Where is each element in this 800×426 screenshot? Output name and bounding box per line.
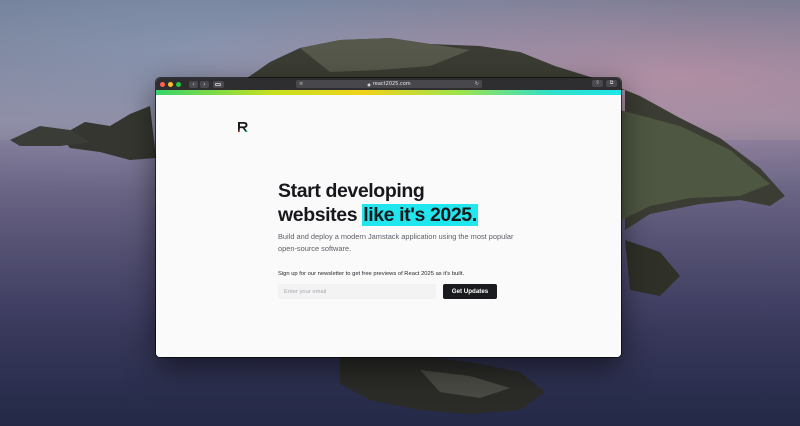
sidebar-toggle-button[interactable] (213, 80, 224, 88)
url-text: react2025.com (372, 81, 411, 87)
hero-title-line1: Start developing (278, 180, 425, 202)
newsletter-label: Sign up for our newsletter to get free p… (278, 271, 465, 277)
reader-mode-icon[interactable]: ≡ (299, 81, 303, 87)
browser-window: ‹ › ≡ ● react2025.com ↻ ⇧ ⧉ Start develo… (156, 78, 621, 357)
address-bar[interactable]: ≡ ● react2025.com ↻ (296, 80, 482, 88)
share-button[interactable]: ⇧ (592, 80, 603, 87)
email-input[interactable] (278, 284, 436, 299)
lock-icon: ● (367, 81, 371, 87)
hero-title: Start developing websites like it's 2025… (278, 179, 478, 227)
hero-subtitle: Build and deploy a modern Jamstack appli… (278, 232, 514, 253)
get-updates-button[interactable]: Get Updates (443, 284, 497, 299)
browser-toolbar: ‹ › ≡ ● react2025.com ↻ ⇧ ⧉ (156, 78, 621, 90)
tab-overview-button[interactable]: ⧉ (606, 80, 617, 87)
minimize-window-button[interactable] (168, 81, 173, 87)
close-window-button[interactable] (160, 81, 165, 87)
toolbar-right-buttons: ⇧ ⧉ (592, 80, 617, 87)
reload-icon[interactable]: ↻ (475, 81, 479, 87)
navigation-buttons: ‹ › (189, 80, 209, 88)
back-button[interactable]: ‹ (189, 80, 198, 88)
window-controls (160, 81, 181, 87)
forward-button[interactable]: › (200, 80, 209, 88)
landing-page: Start developing websites like it's 2025… (156, 95, 621, 357)
zoom-window-button[interactable] (176, 81, 181, 87)
hero-title-highlight: like it's 2025. (362, 204, 478, 226)
desktop-wallpaper: ‹ › ≡ ● react2025.com ↻ ⇧ ⧉ Start develo… (0, 0, 800, 426)
react2025-logo-icon[interactable] (237, 121, 249, 133)
hero-title-line2: websites (278, 204, 363, 226)
